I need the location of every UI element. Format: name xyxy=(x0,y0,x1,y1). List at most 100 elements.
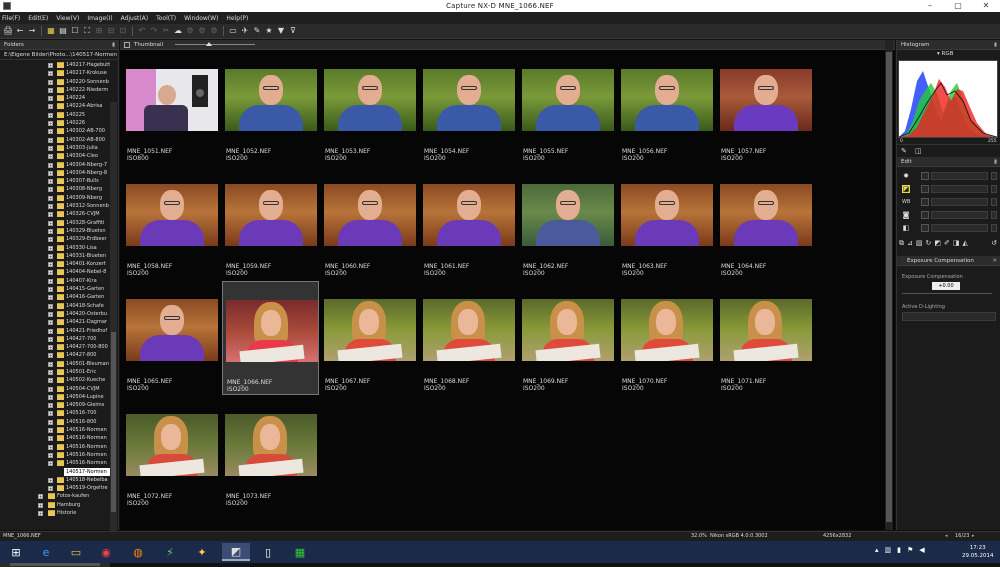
folder-item[interactable]: +140418-Schafe xyxy=(0,302,110,310)
expand-icon[interactable]: + xyxy=(48,63,53,68)
thumbnail-item[interactable]: MNE_1053.NEF ISO200 xyxy=(321,51,418,165)
thumbnail-item[interactable]: MNE_1059.NEF ISO200 xyxy=(222,166,319,280)
thumbnail-item[interactable]: MNE_1069.NEF ISO200 xyxy=(519,281,616,395)
thumbnail-item[interactable]: MNE_1065.NEF ISO200 xyxy=(123,281,220,395)
value-field[interactable] xyxy=(931,198,988,206)
folder-item[interactable]: +140224 xyxy=(0,94,110,102)
levels-tool-icon[interactable]: ▨ xyxy=(916,239,923,251)
checkbox[interactable] xyxy=(921,198,929,206)
maximize-button[interactable]: ▢ xyxy=(944,0,972,12)
menu-tool[interactable]: Tool(T) xyxy=(156,15,176,22)
adl-select[interactable] xyxy=(902,312,996,321)
folder-item[interactable]: +140222-Niederm xyxy=(0,86,110,94)
toggle[interactable] xyxy=(991,211,997,219)
thumbnail-item[interactable]: MNE_1055.NEF ISO200 xyxy=(519,51,616,165)
crop-icon[interactable]: ✂ xyxy=(161,26,171,36)
menu-image[interactable]: Image(I) xyxy=(87,15,112,22)
thumbnail-item[interactable]: MNE_1070.NEF ISO200 xyxy=(618,281,715,395)
checkbox[interactable] xyxy=(921,224,929,232)
settings-icon[interactable]: ⚙ xyxy=(209,26,219,36)
folder-item[interactable]: +140427-700-800 xyxy=(0,343,110,351)
expand-icon[interactable]: + xyxy=(48,179,53,185)
thumbnail-image[interactable] xyxy=(522,184,614,246)
scroll-thumb[interactable] xyxy=(111,332,116,512)
folder-item[interactable]: +140304-Nberg-8 xyxy=(0,169,110,177)
folder-item[interactable]: +140519-Orgeltre xyxy=(0,484,110,492)
expand-icon[interactable]: + xyxy=(48,96,53,102)
folder-item[interactable]: +140516-Normen xyxy=(0,443,110,451)
mask-tool-icon[interactable]: ◨ xyxy=(953,239,960,251)
thumbnail-image[interactable] xyxy=(423,184,515,246)
thumbnail-image[interactable] xyxy=(621,184,713,246)
checkbox[interactable] xyxy=(921,172,929,180)
back-icon[interactable]: ← xyxy=(15,26,25,36)
expand-icon[interactable]: + xyxy=(48,228,53,234)
folder-item[interactable]: +140217-Krokuse xyxy=(0,69,110,77)
expand-icon[interactable]: + xyxy=(48,419,53,425)
menu-edit[interactable]: Edit(E) xyxy=(28,15,48,22)
brush-tool-icon[interactable]: ✐ xyxy=(944,239,950,251)
capture-nxd-icon[interactable]: ◩ xyxy=(222,543,250,561)
toggle[interactable] xyxy=(991,224,997,232)
thumbnail-item[interactable]: MNE_1061.NEF ISO200 xyxy=(420,166,517,280)
tray-arrow-icon[interactable]: ▴ xyxy=(875,546,879,554)
batch-icon[interactable]: ⚙ xyxy=(197,26,207,36)
undo-icon[interactable]: ↶ xyxy=(137,26,147,36)
expand-icon[interactable]: + xyxy=(48,237,53,243)
thumbnail-image[interactable] xyxy=(324,184,416,246)
folder-path[interactable]: E:\Eigene Bilder\Photo...\140517-Normen xyxy=(0,50,118,60)
forward-icon[interactable]: → xyxy=(27,26,37,36)
toggle[interactable] xyxy=(991,185,997,193)
expand-icon[interactable]: + xyxy=(48,87,53,93)
thumbnail-item[interactable]: MNE_1063.NEF ISO200 xyxy=(618,166,715,280)
thumbnail-image[interactable] xyxy=(225,414,317,476)
network-icon[interactable]: ▥ xyxy=(885,546,892,554)
folder-item[interactable]: +140330-Lisa xyxy=(0,244,110,252)
value-field[interactable] xyxy=(931,185,988,193)
folder-item[interactable]: +140516-Normen xyxy=(0,451,110,459)
expand-icon[interactable]: + xyxy=(48,403,53,409)
expand-icon[interactable]: + xyxy=(48,461,53,467)
folder-item[interactable]: +140302-AB-700 xyxy=(0,127,110,135)
document-icon[interactable]: ▯ xyxy=(254,543,282,561)
expand-icon[interactable]: + xyxy=(48,411,53,417)
filmstrip-icon[interactable]: ▤ xyxy=(58,26,68,36)
thumbnail-image[interactable] xyxy=(324,299,416,361)
expand-icon[interactable]: + xyxy=(48,386,53,392)
ie-icon[interactable]: e xyxy=(32,543,60,561)
view-toggle-icon[interactable] xyxy=(124,42,130,48)
expand-icon[interactable]: + xyxy=(48,137,53,143)
thumbnail-image[interactable] xyxy=(225,184,317,246)
straighten-tool-icon[interactable]: ⊿ xyxy=(907,239,913,251)
expand-icon[interactable]: + xyxy=(48,278,53,284)
folder-item[interactable]: +140516-Normen xyxy=(0,434,110,442)
expand-icon[interactable]: + xyxy=(48,444,53,450)
expand-icon[interactable]: + xyxy=(48,328,53,334)
folder-item[interactable]: +140421-Friedhof xyxy=(0,327,110,335)
folder-item[interactable]: +140415-Garten xyxy=(0,285,110,293)
folder-item[interactable]: +140501-Eric xyxy=(0,368,110,376)
thumbnail-image[interactable] xyxy=(226,300,318,362)
edit-tab[interactable]: Edit ▮ xyxy=(897,157,1000,167)
process-icon[interactable]: ⚙ xyxy=(185,26,195,36)
expand-icon[interactable]: + xyxy=(48,378,53,384)
folder-item[interactable]: +140307-Bulls xyxy=(0,177,110,185)
start-button[interactable]: ⊞ xyxy=(2,543,30,561)
expand-icon[interactable]: + xyxy=(48,79,53,85)
value-field[interactable] xyxy=(931,211,988,219)
redo-icon[interactable]: ↷ xyxy=(149,26,159,36)
expand-icon[interactable]: + xyxy=(48,145,53,151)
expand-icon[interactable]: + xyxy=(48,187,53,193)
thumbnail-item[interactable]: MNE_1073.NEF ISO200 xyxy=(222,396,319,510)
folder-item[interactable]: +140217-Hagebutt xyxy=(0,61,110,69)
thumbnail-image[interactable] xyxy=(324,69,416,131)
folder-item[interactable]: +140516-700 xyxy=(0,409,110,417)
expand-icon[interactable]: + xyxy=(38,494,43,500)
folder-item[interactable]: +140303-Julia xyxy=(0,144,110,152)
monitor-icon[interactable]: ▭ xyxy=(228,26,238,36)
folder-item[interactable]: +140329-Erdbeer xyxy=(0,235,110,243)
toggle[interactable] xyxy=(991,198,997,206)
expand-icon[interactable]: + xyxy=(48,262,53,268)
expand-icon[interactable]: + xyxy=(48,112,53,118)
compare2-icon[interactable]: ⊟ xyxy=(106,26,116,36)
